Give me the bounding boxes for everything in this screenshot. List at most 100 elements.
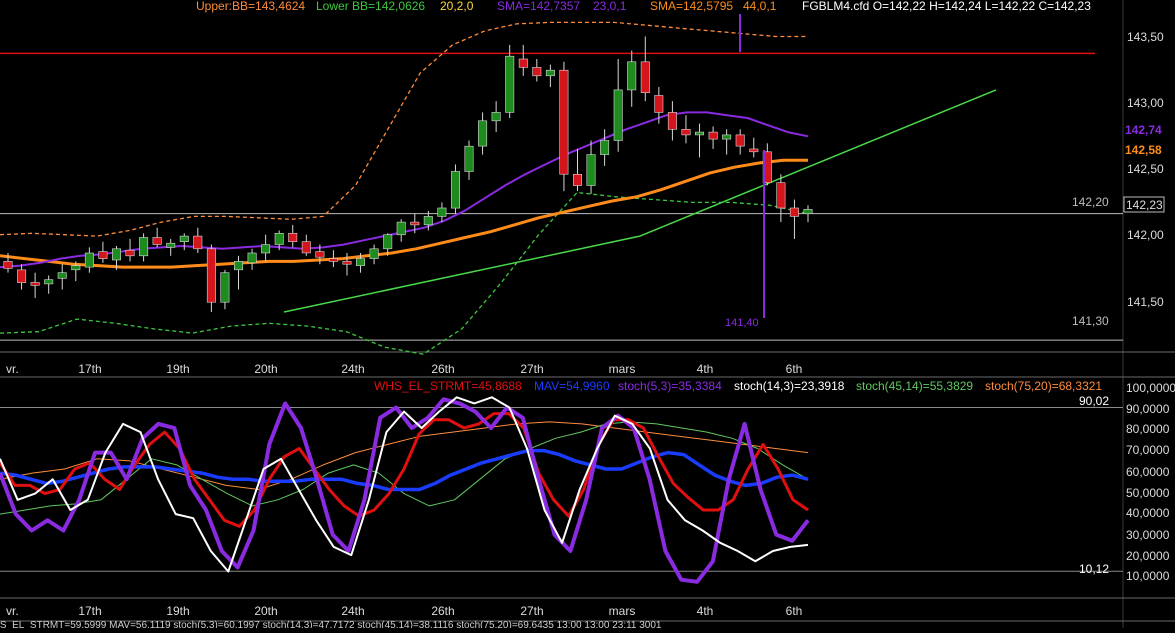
candle-body-up <box>505 55 515 113</box>
date-label: 4th <box>697 362 714 376</box>
candle-body-up <box>57 272 67 279</box>
candle-body-up <box>261 244 271 254</box>
osc-tick: 90,0000 <box>1126 402 1170 416</box>
candle-body-up <box>613 89 623 141</box>
osc-tick: 50,0000 <box>1126 486 1170 500</box>
candle-body-down <box>193 235 203 250</box>
candle-body-down <box>328 258 338 262</box>
date-label: mars <box>609 362 636 376</box>
osc-upper-level-label: 90,02 <box>1079 394 1109 408</box>
trading-chart[interactable]: 141,40 143,50 143,00 142,50 142,00 141,5… <box>0 0 1175 631</box>
candle-body-up <box>383 234 393 250</box>
candle-body-up <box>423 216 433 226</box>
price-tick: 142,00 <box>1127 228 1164 242</box>
candle-body-up <box>220 272 230 303</box>
candle-body-down <box>315 251 325 258</box>
candle-body-down <box>681 129 691 136</box>
date-label: 20th <box>254 604 277 618</box>
date-label: 19th <box>166 362 189 376</box>
candle-body-down <box>17 269 27 283</box>
legend-stoch14: stoch(14,3)=23,3918 <box>734 379 845 393</box>
legend-ohlc: FGBLM4.cfd O=142,22 H=142,24 L=142,22 C=… <box>802 0 1091 13</box>
osc-tick: 80,0000 <box>1126 422 1170 436</box>
price-tick: 141,50 <box>1127 295 1164 309</box>
date-label: mars <box>609 604 636 618</box>
hline-141-30-label: 141,30 <box>1072 314 1109 328</box>
osc-tick: 100,0000 <box>1126 381 1175 395</box>
legend-bb-params: 20,2,0 <box>440 0 474 13</box>
legend-upper-bb: Upper:BB=143,4624 <box>196 0 305 13</box>
legend-sma44: SMA=142,5795 <box>650 0 733 13</box>
legend-whs: WHS_EL_STRMT=45,8688 <box>374 379 522 393</box>
candle-body-up <box>84 252 94 268</box>
price-tick: 143,50 <box>1127 30 1164 44</box>
candle-body-down <box>206 248 216 303</box>
date-label: 4th <box>697 604 714 618</box>
candle <box>559 61 569 192</box>
date-label: 26th <box>431 604 454 618</box>
price-tick: 143,00 <box>1127 96 1164 110</box>
candle-body-down <box>288 233 298 243</box>
legend-sma23: SMA=142,7357 <box>497 0 580 13</box>
candle-body-down <box>410 221 420 226</box>
legend-sma23-params: 23,0,1 <box>593 0 627 13</box>
candle-body-up <box>166 242 176 248</box>
candle-body-down <box>749 148 759 153</box>
date-label: 27th <box>520 362 543 376</box>
candle-body-down <box>3 261 13 269</box>
candle-body-down <box>667 112 677 130</box>
osc-tick: 10,0000 <box>1126 569 1170 583</box>
price-tick: 142,50 <box>1127 162 1164 176</box>
candle-body-up <box>600 140 610 155</box>
osc-tick: 70,0000 <box>1126 443 1170 457</box>
candle-body-down <box>125 249 135 257</box>
footer-status: 'S_EL_STRMT=59,5999 MAV=56,1119 stoch(5,… <box>0 620 662 628</box>
osc-lower-level-label: 10,12 <box>1079 562 1109 576</box>
candle-body-down <box>708 131 718 140</box>
hline-142-20-label: 142,20 <box>1072 195 1109 209</box>
date-label: 6th <box>786 362 803 376</box>
candle-body-down <box>301 241 311 254</box>
candle-body-up <box>112 248 122 261</box>
candle-body-up <box>274 233 284 245</box>
candle-body-down <box>518 58 528 68</box>
chart-svg[interactable]: 141,40 143,50 143,00 142,50 142,00 141,5… <box>0 0 1175 631</box>
legend-sma44-params: 44,0,1 <box>743 0 777 13</box>
candle <box>206 244 216 313</box>
candle-body-down <box>559 69 569 175</box>
legend-stoch45: stoch(45,14)=55,3829 <box>856 379 973 393</box>
osc-tick: 40,0000 <box>1126 506 1170 520</box>
osc-tick: 20,0000 <box>1126 549 1170 563</box>
candle-body-down <box>776 182 786 209</box>
legend-stoch5: stoch(5,3)=35,3384 <box>618 379 722 393</box>
candle-body-up <box>722 134 732 140</box>
date-label: 19th <box>166 604 189 618</box>
date-label: 24th <box>341 604 364 618</box>
candle-body-up <box>396 221 406 236</box>
candle-body-down <box>532 67 542 77</box>
sma44-value-badge: 142,58 <box>1125 143 1162 157</box>
candle-body-up <box>369 248 379 259</box>
candle-body-down <box>152 237 162 245</box>
date-label: 6th <box>786 604 803 618</box>
date-label: vr. <box>6 362 19 376</box>
candle-body-up <box>44 279 54 285</box>
candle-body-up <box>450 171 460 209</box>
legend-mav: MAV=54,9960 <box>534 379 610 393</box>
date-label: 17th <box>78 362 101 376</box>
osc-tick: 30,0000 <box>1126 528 1170 542</box>
date-label: 20th <box>254 362 277 376</box>
candle-body-up <box>491 112 501 122</box>
legend-lower-bb: Lower BB=142,0626 <box>316 0 425 13</box>
date-label: vr. <box>6 604 19 618</box>
candle-body-up <box>478 120 488 147</box>
candle-body-up <box>694 131 704 136</box>
candle-body-down <box>640 61 650 93</box>
date-label: 24th <box>341 362 364 376</box>
oscillator-legend: WHS_EL_STRMT=45,8688 MAV=54,9960 stoch(5… <box>374 379 1102 393</box>
candle-body-down <box>654 95 664 113</box>
sma23-value-badge: 142,74 <box>1125 123 1162 137</box>
candle-body-up <box>139 237 149 257</box>
legend-stoch75: stoch(75,20)=68,3321 <box>985 379 1102 393</box>
candle-body-down <box>30 282 40 286</box>
